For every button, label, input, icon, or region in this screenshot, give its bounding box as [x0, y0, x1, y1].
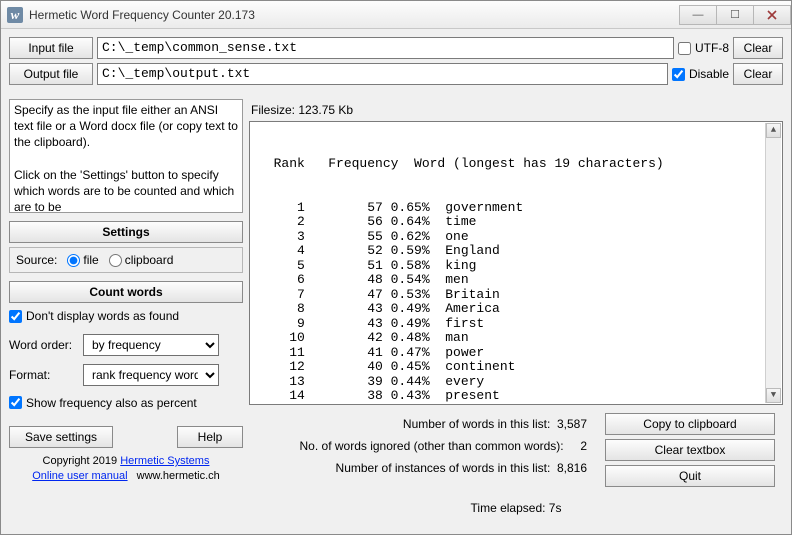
clear-input-button[interactable]: Clear: [733, 37, 783, 59]
result-row: 1 57 0.65% government: [258, 201, 774, 216]
utf8-checkbox[interactable]: UTF-8: [678, 41, 729, 55]
manual-link[interactable]: Online user manual: [32, 470, 127, 482]
source-group: Source: file clipboard: [9, 247, 243, 273]
result-row: 15 30 0.34% world: [258, 404, 774, 406]
input-file-button[interactable]: Input file: [9, 37, 93, 59]
output-path-field[interactable]: C:\_temp\output.txt: [97, 63, 668, 85]
result-row: 8 43 0.49% America: [258, 302, 774, 317]
word-order-select[interactable]: by frequency: [83, 334, 219, 356]
scrollbar[interactable]: ▲ ▼: [765, 123, 781, 403]
filesize-label: Filesize: 123.75 Kb: [251, 103, 783, 117]
window: w Hermetic Word Frequency Counter 20.173…: [0, 0, 792, 535]
result-row: 5 51 0.58% king: [258, 259, 774, 274]
minimize-button[interactable]: —: [679, 5, 717, 25]
save-settings-button[interactable]: Save settings: [9, 426, 113, 448]
titlebar: w Hermetic Word Frequency Counter 20.173…: [1, 1, 791, 29]
result-row: 13 39 0.44% every: [258, 375, 774, 390]
result-row: 12 40 0.45% continent: [258, 360, 774, 375]
copy-clipboard-button[interactable]: Copy to clipboard: [605, 413, 775, 435]
footer: Copyright 2019 Hermetic Systems Online u…: [9, 454, 243, 485]
word-order-label: Word order:: [9, 338, 77, 352]
result-row: 6 48 0.54% men: [258, 273, 774, 288]
instructions-textbox[interactable]: Specify as the input file either an ANSI…: [9, 99, 243, 213]
maximize-button[interactable]: ☐: [716, 5, 754, 25]
stat-instances: 8,816: [557, 461, 587, 475]
time-elapsed: Time elapsed: 7s: [249, 501, 783, 515]
help-button[interactable]: Help: [177, 426, 243, 448]
scroll-up-icon[interactable]: ▲: [766, 123, 781, 138]
count-words-button[interactable]: Count words: [9, 281, 243, 303]
result-row: 9 43 0.49% first: [258, 317, 774, 332]
quit-button[interactable]: Quit: [605, 465, 775, 487]
result-row: 2 56 0.64% time: [258, 215, 774, 230]
input-path-field[interactable]: C:\_temp\common_sense.txt: [97, 37, 674, 59]
window-title: Hermetic Word Frequency Counter 20.173: [29, 8, 255, 22]
source-radio-clipboard[interactable]: clipboard: [109, 253, 174, 267]
format-label: Format:: [9, 368, 77, 382]
scroll-down-icon[interactable]: ▼: [766, 388, 781, 403]
format-select[interactable]: rank frequency word: [83, 364, 219, 386]
result-row: 3 55 0.62% one: [258, 230, 774, 245]
company-link[interactable]: Hermetic Systems: [120, 455, 209, 467]
stat-ignored: 2: [580, 439, 587, 453]
close-button[interactable]: [753, 5, 791, 25]
app-icon: w: [7, 7, 23, 23]
results-header: Rank Frequency Word (longest has 19 char…: [258, 157, 774, 172]
result-row: 4 52 0.59% England: [258, 244, 774, 259]
clear-output-button[interactable]: Clear: [733, 63, 783, 85]
result-row: 11 41 0.47% power: [258, 346, 774, 361]
source-radio-file[interactable]: file: [67, 253, 98, 267]
disable-checkbox[interactable]: Disable: [672, 67, 729, 81]
close-icon: [767, 10, 777, 20]
dont-display-checkbox[interactable]: Don't display words as found: [9, 309, 179, 323]
output-file-button[interactable]: Output file: [9, 63, 93, 85]
result-row: 10 42 0.48% man: [258, 331, 774, 346]
show-pct-checkbox[interactable]: Show frequency also as percent: [9, 396, 197, 410]
result-row: 7 47 0.53% Britain: [258, 288, 774, 303]
stat-numwords: 3,587: [557, 417, 587, 431]
source-label: Source:: [16, 253, 57, 267]
settings-button[interactable]: Settings: [9, 221, 243, 243]
clear-textbox-button[interactable]: Clear textbox: [605, 439, 775, 461]
results-textbox[interactable]: Rank Frequency Word (longest has 19 char…: [249, 121, 783, 405]
result-row: 14 38 0.43% present: [258, 389, 774, 404]
